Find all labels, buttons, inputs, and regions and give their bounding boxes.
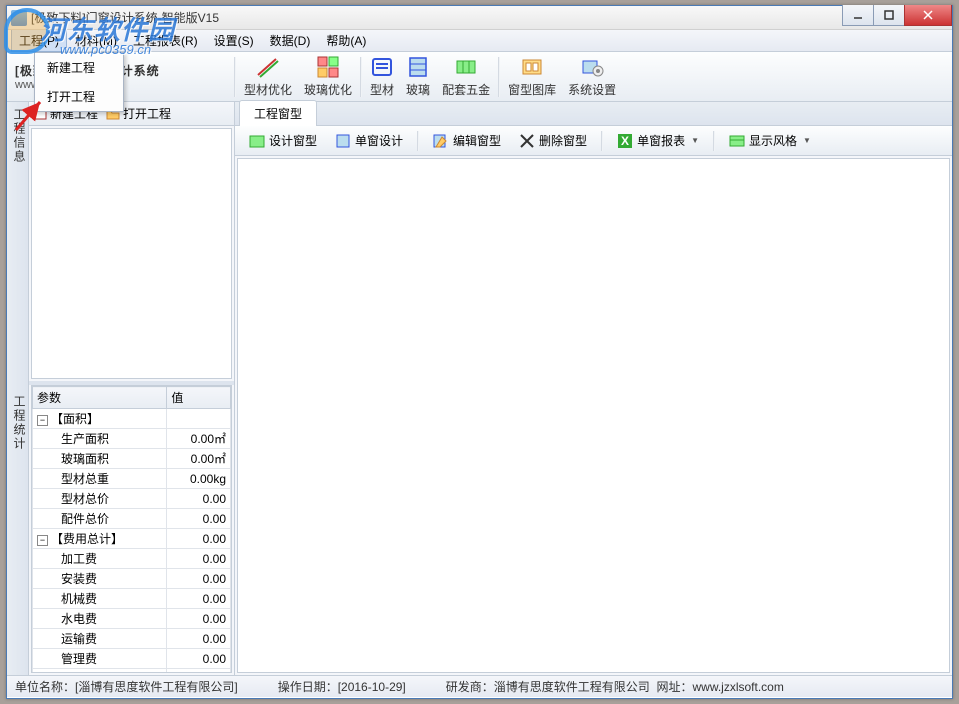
sub-toolbar: 设计窗型 单窗设计 编辑窗型 删除窗型 X 单窗报表 — [235, 126, 952, 156]
status-date: 操作日期：[2016-10-29] — [278, 678, 406, 695]
tabbar: 工程窗型 — [235, 102, 952, 126]
separator — [234, 57, 236, 97]
delete-window-button[interactable]: 删除窗型 — [511, 129, 595, 152]
statusbar: 单位名称：[淄博有思度软件工程有限公司] 操作日期：[2016-10-29] 研… — [7, 675, 952, 697]
project-tree[interactable] — [31, 128, 232, 379]
toolbar: [极致下料] 门窗设计系统 www.jzxlsoft.com 型材优化 玻璃优化… — [7, 52, 952, 102]
status-unit: 单位名称：[淄博有思度软件工程有限公司] — [15, 678, 238, 695]
separator — [713, 131, 715, 151]
table-row: 机械费0.00 — [33, 589, 231, 609]
status-developer: 研发商：淄博有思度软件工程有限公司 网址：www.jzxlsoft.com — [446, 678, 784, 695]
table-row: 生产面积0.00㎡ — [33, 429, 231, 449]
tool-hardware[interactable]: 配套五金 — [436, 52, 496, 101]
edit-icon — [433, 133, 449, 149]
param-area: 参数值 −【面积】 生产面积0.00㎡ 玻璃面积0.00㎡ 型材总重0.00kg… — [29, 385, 234, 675]
window-controls — [843, 5, 952, 26]
delete-icon — [519, 133, 535, 149]
tool-glass-optimize[interactable]: 玻璃优化 — [298, 52, 358, 101]
table-row: 安装费0.00 — [33, 569, 231, 589]
app-window: [极致下料]门窗设计系统-智能版V15 工程(P) 材料(M) 工程报表(R) … — [6, 5, 953, 699]
tool-profile-optimize[interactable]: 型材优化 — [238, 52, 298, 101]
single-report-button[interactable]: X 单窗报表 ▼ — [609, 129, 707, 152]
profile-optimize-icon — [256, 55, 280, 79]
menu-material[interactable]: 材料(M) — [67, 29, 125, 52]
library-icon — [520, 55, 544, 79]
separator — [498, 57, 500, 97]
separator — [417, 131, 419, 151]
chevron-down-icon: ▼ — [803, 136, 811, 145]
table-row: 其他0.00 — [33, 669, 231, 674]
table-row: 玻璃面积0.00㎡ — [33, 449, 231, 469]
table-row: 水电费0.00 — [33, 609, 231, 629]
glass-optimize-icon — [316, 55, 340, 79]
vtab-project-stats[interactable]: 工程统计 — [7, 389, 29, 676]
design-icon — [249, 133, 265, 149]
menubar: 工程(P) 材料(M) 工程报表(R) 设置(S) 数据(D) 帮助(A) — [7, 30, 952, 52]
table-row: 配件总价0.00 — [33, 509, 231, 529]
collapse-icon[interactable]: − — [37, 535, 48, 546]
tool-window-library[interactable]: 窗型图库 — [502, 52, 562, 101]
menu-item-open-project[interactable]: 打开工程 — [35, 82, 123, 111]
hardware-icon — [454, 55, 478, 79]
tool-profile[interactable]: 型材 — [364, 52, 400, 101]
menu-report[interactable]: 工程报表(R) — [125, 29, 206, 52]
glass-icon — [406, 55, 430, 79]
table-row: 型材总重0.00kg — [33, 469, 231, 489]
menu-data[interactable]: 数据(D) — [262, 29, 319, 52]
vtab-project-info[interactable]: 工程信息 — [7, 102, 29, 389]
tool-system-settings[interactable]: 系统设置 — [562, 52, 622, 101]
left-pane: 工程信息 工程统计 新建工程 打开工程 — [7, 102, 235, 675]
table-row: −【费用总计】0.00 — [33, 529, 231, 549]
chevron-down-icon: ▼ — [691, 136, 699, 145]
style-icon — [729, 133, 745, 149]
separator — [601, 131, 603, 151]
maximize-button[interactable] — [873, 5, 905, 26]
table-row: −【面积】 — [33, 409, 231, 429]
design-window-button[interactable]: 设计窗型 — [241, 129, 325, 152]
project-menu-dropdown: 新建工程 打开工程 — [34, 52, 124, 112]
app-icon — [11, 10, 27, 26]
display-style-button[interactable]: 显示风格 ▼ — [721, 129, 819, 152]
param-table[interactable]: 参数值 −【面积】 生产面积0.00㎡ 玻璃面积0.00㎡ 型材总重0.00kg… — [31, 385, 232, 673]
col-param: 参数 — [33, 387, 167, 409]
menu-item-new-project[interactable]: 新建工程 — [35, 53, 123, 82]
single-design-icon — [335, 133, 351, 149]
excel-icon: X — [617, 133, 633, 149]
separator — [360, 57, 362, 97]
table-row: 管理费0.00 — [33, 649, 231, 669]
svg-text:X: X — [621, 134, 629, 148]
single-design-button[interactable]: 单窗设计 — [327, 129, 411, 152]
table-row: 加工费0.00 — [33, 549, 231, 569]
profile-icon — [370, 55, 394, 79]
right-pane: 工程窗型 设计窗型 单窗设计 编辑窗型 删除窗型 — [235, 102, 952, 675]
table-row: 运输费0.00 — [33, 629, 231, 649]
collapse-icon[interactable]: − — [37, 415, 48, 426]
tool-glass[interactable]: 玻璃 — [400, 52, 436, 101]
minimize-button[interactable] — [842, 5, 874, 26]
design-canvas[interactable] — [237, 158, 950, 673]
edit-window-button[interactable]: 编辑窗型 — [425, 129, 509, 152]
left-inner: 新建工程 打开工程 参数值 −【面积】 生产面积0.00㎡ — [29, 102, 234, 675]
settings-icon — [580, 55, 604, 79]
body: 工程信息 工程统计 新建工程 打开工程 — [7, 102, 952, 675]
tab-project-windows[interactable]: 工程窗型 — [239, 100, 317, 126]
menu-project[interactable]: 工程(P) — [11, 29, 67, 52]
titlebar: [极致下料]门窗设计系统-智能版V15 — [7, 6, 952, 30]
close-button[interactable] — [904, 5, 952, 26]
menu-help[interactable]: 帮助(A) — [318, 29, 374, 52]
col-value: 值 — [167, 387, 231, 409]
window-title: [极致下料]门窗设计系统-智能版V15 — [31, 9, 219, 26]
menu-settings[interactable]: 设置(S) — [206, 29, 262, 52]
table-row: 型材总价0.00 — [33, 489, 231, 509]
